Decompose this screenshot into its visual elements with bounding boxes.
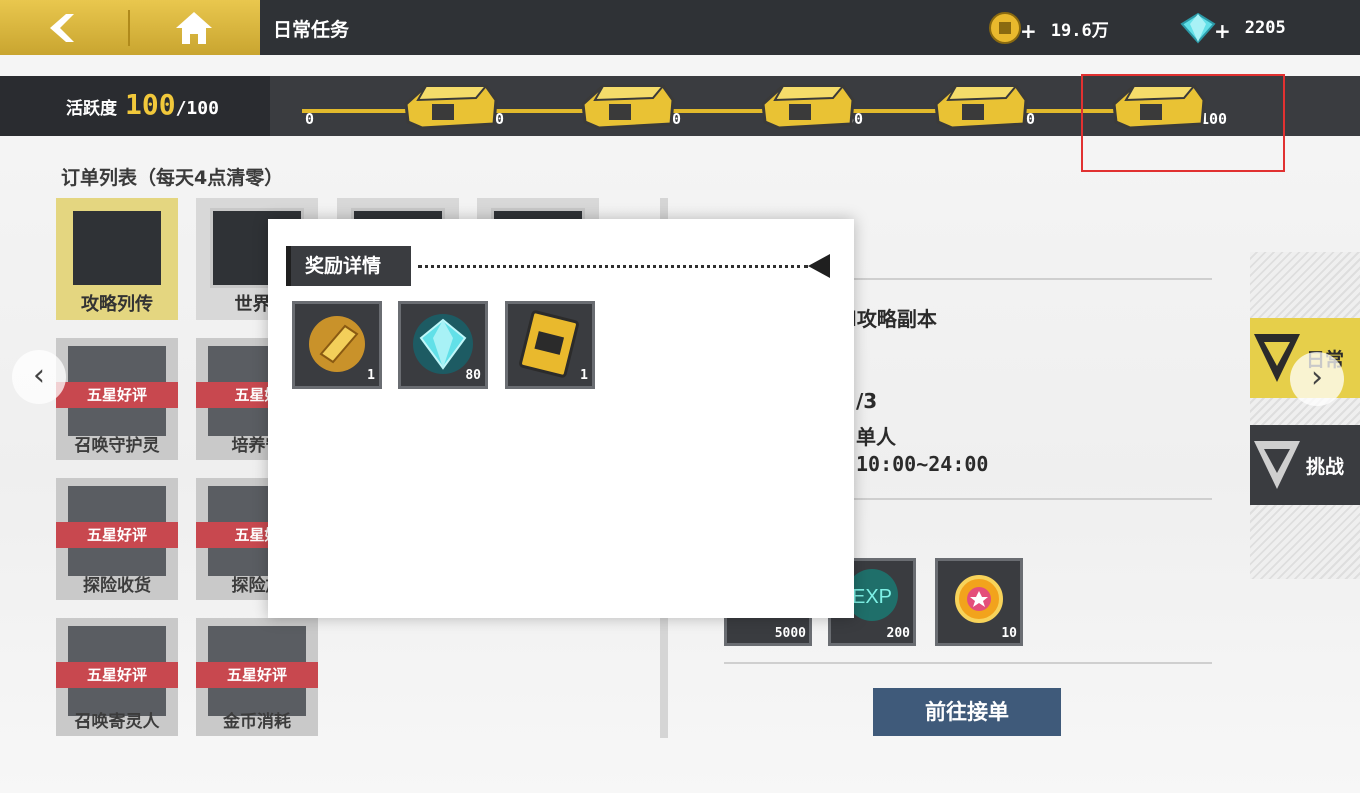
home-icon[interactable] (174, 10, 214, 46)
diamond-icon (1180, 12, 1216, 44)
task-progress: /3 (856, 389, 878, 413)
task-mode: 单人 (856, 425, 896, 449)
reward-count: 200 (886, 626, 910, 641)
add-diamond-icon[interactable]: + (1214, 19, 1231, 43)
activity-value: 100 (125, 88, 176, 121)
treasure-chest-icon[interactable] (400, 74, 500, 132)
reward-count: 80 (465, 368, 481, 383)
reward-count: 1 (580, 368, 588, 383)
task-card[interactable]: 五星好评 探险收货 (56, 478, 178, 600)
task-card[interactable]: 五星好评 召唤守护灵 (56, 338, 178, 460)
title-dotted-line (418, 265, 808, 268)
category-label: 攻略列传 (81, 294, 153, 315)
side-tab-panel (1250, 252, 1360, 579)
gold-currency[interactable]: + 19.6万 (988, 11, 1109, 45)
order-list-title: 订单列表（每天4点清零） (61, 167, 284, 189)
rating-ribbon: 五星好评 (56, 522, 178, 548)
task-name: 探险收货 (83, 576, 151, 596)
milestone-label: 0 (305, 110, 315, 128)
rating-ribbon: 五星好评 (196, 662, 318, 688)
page-title: 日常任务 (273, 19, 350, 41)
rating-ribbon: 五星好评 (56, 662, 178, 688)
divider (724, 662, 1212, 664)
emblem-icon (1254, 441, 1300, 489)
accept-order-button[interactable]: 前往接单 (873, 688, 1061, 736)
activity-max: /100 (175, 98, 219, 119)
task-card[interactable]: 五星好评 金币消耗 (196, 618, 318, 736)
diamond-amount: 2205 (1244, 18, 1286, 38)
reward-count: 1 (367, 368, 375, 383)
game-screen: { "header": { "title": "日常任务", "currenci… (0, 0, 1360, 793)
nav-divider (128, 10, 130, 46)
task-name: 召唤守护灵 (74, 436, 160, 456)
task-name: 召唤寄灵人 (74, 712, 160, 732)
popup-reward-slot[interactable]: 1 (505, 301, 595, 389)
top-bar: 日常任务 + 19.6万 + 2205 (0, 0, 1360, 55)
add-gold-icon[interactable]: + (1020, 19, 1037, 43)
nav-buttons (0, 0, 260, 55)
treasure-chest-icon[interactable] (757, 74, 857, 132)
rating-ribbon: 五星好评 (56, 382, 178, 408)
reward-count: 10 (1001, 626, 1017, 641)
task-title: l攻略副本 (850, 307, 937, 331)
exp-tag: EXP (852, 586, 892, 608)
treasure-chest-icon[interactable] (577, 74, 677, 132)
prev-page-button[interactable]: ‹ (12, 350, 66, 404)
activity-header: 活跃度 100 /100 (0, 76, 270, 136)
highlight-box (1081, 74, 1285, 172)
gold-coin-icon (989, 12, 1021, 44)
reward-slot[interactable]: 10 (935, 558, 1023, 646)
treasure-chest-icon[interactable] (930, 74, 1030, 132)
next-page-button[interactable]: › (1290, 352, 1344, 406)
title-arrow-icon (808, 254, 830, 278)
activity-label: 活跃度 (66, 99, 117, 119)
popup-title: 奖励详情 (286, 246, 411, 286)
diamond-currency[interactable]: + 2205 (1180, 11, 1286, 45)
map-icon (70, 208, 164, 288)
tab-label: 挑战 (1306, 456, 1345, 478)
medal-icon (955, 575, 1003, 623)
task-time: 10:00~24:00 (856, 452, 989, 476)
task-name: 金币消耗 (223, 712, 291, 732)
popup-reward-slot[interactable]: 1 (292, 301, 382, 389)
popup-reward-slot[interactable]: 80 (398, 301, 488, 389)
category-tab-strategy[interactable]: 攻略列传 (56, 198, 178, 320)
reward-detail-popup: 奖励详情 1 80 1 (268, 219, 854, 618)
back-arrow-icon[interactable] (44, 12, 84, 44)
task-card[interactable]: 五星好评 召唤寄灵人 (56, 618, 178, 736)
reward-count: 5000 (774, 626, 806, 641)
tab-challenge[interactable]: 挑战 (1250, 425, 1360, 505)
gold-amount: 19.6万 (1050, 20, 1109, 41)
